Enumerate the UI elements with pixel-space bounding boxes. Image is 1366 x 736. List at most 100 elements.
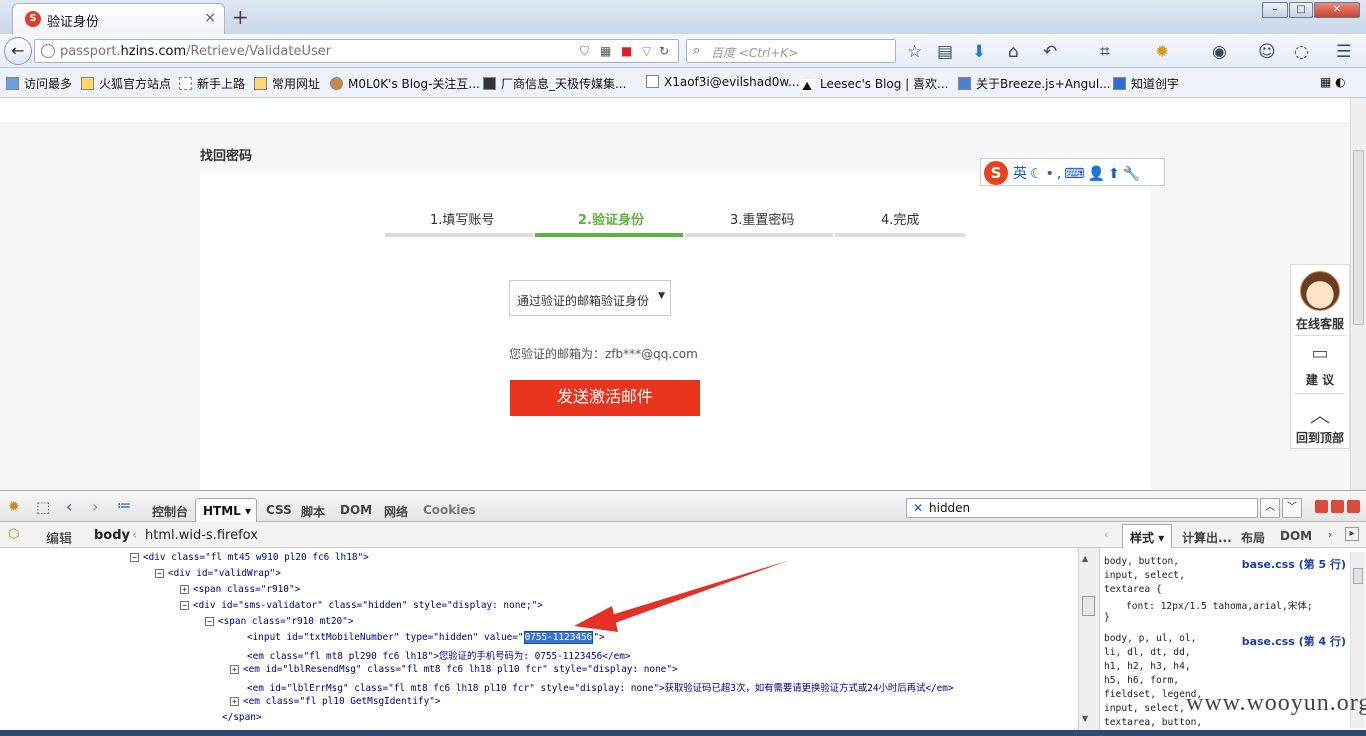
html-pane-scrollbar[interactable]: ▲ ▼ [1078, 548, 1100, 730]
window-close-button[interactable]: ✕ [1314, 2, 1360, 18]
tree-node[interactable]: − <div id="validWrap"> [155, 568, 281, 579]
prev-icon[interactable]: ‹ [66, 497, 72, 516]
bookmark-item[interactable]: ⛰ Leesec's Blog | 喜欢... [802, 75, 948, 93]
url-bar[interactable]: passport.hzins.com/Retrieve/ValidateUser… [34, 39, 679, 63]
china-flag-icon[interactable]: ■ [621, 44, 632, 58]
chat-icon[interactable]: ☺ [1258, 42, 1276, 62]
side-tab-style[interactable]: 样式 ▾ [1122, 524, 1172, 548]
crumb-body[interactable]: body [94, 528, 130, 543]
bookmark-item[interactable]: 新手上路 [179, 75, 245, 92]
css-source-link[interactable]: base.css (第 5 行) [1242, 556, 1346, 572]
tree-node-hidden-input[interactable]: <input id="txtMobileNumber" type="hidden… [247, 631, 605, 644]
tree-node[interactable]: − <div class="fl mt45 w910 pl20 fc6 lh18"… [130, 552, 369, 563]
tab-dom[interactable]: DOM [340, 503, 372, 517]
collapse-icon[interactable]: − [155, 569, 164, 578]
bookmark-item[interactable]: 常用网址 [254, 75, 320, 92]
tree-node[interactable]: + <em class="fl pl10 GetMsgIdentify"> [230, 696, 441, 707]
firebug-bug-icon[interactable]: ✹ [8, 499, 20, 515]
send-activation-email-button[interactable]: 发送激活邮件 [510, 380, 700, 416]
tree-node[interactable]: </span> [222, 712, 262, 723]
tab-script[interactable]: 脚本 [301, 503, 325, 520]
side-tabs-menu-icon[interactable]: ▸ [1345, 527, 1359, 541]
search-prev-button[interactable]: ︿ [1260, 498, 1280, 518]
network-icon[interactable]: ◉ [1212, 42, 1227, 62]
tab-console[interactable]: 控制台 [152, 503, 188, 520]
css-declaration[interactable]: font: 12px/1.5 tahoma,arial,宋体; [1126, 598, 1313, 612]
message-icon[interactable]: ◌ [1294, 42, 1309, 62]
search-bar[interactable]: ⌕ 百度 <Ctrl+K> [686, 39, 896, 63]
collapse-icon[interactable]: − [205, 617, 214, 626]
scroll-up-icon[interactable]: ▲ [1082, 554, 1088, 563]
bookmark-item[interactable]: 关于Breeze.js+Angul... [958, 75, 1111, 92]
shield-icon[interactable]: ⛉ [580, 44, 589, 59]
verify-method-select[interactable]: 通过验证的邮箱验证身份 ▼ [509, 280, 671, 316]
ime-tools[interactable]: 英☾•,⌨👤⬆🔧 [1013, 163, 1143, 183]
css-pane-scroll-thumb[interactable] [1353, 568, 1363, 584]
firebug-minimize-button[interactable] [1315, 500, 1328, 513]
tab-css[interactable]: CSS [266, 503, 292, 517]
maximize-button[interactable]: □ [1289, 2, 1313, 18]
side-tab-computed[interactable]: 计算出... [1182, 529, 1232, 546]
ime-skin-icon[interactable]: ⬆ [1108, 166, 1123, 182]
page-scrollbar[interactable] [1350, 98, 1366, 490]
back-button[interactable]: ← [4, 37, 32, 65]
bookmarks-list-icon[interactable]: ▤ [937, 42, 953, 62]
advice-link[interactable]: 建 议 [1291, 371, 1349, 388]
tree-node[interactable]: + <span class="r910"> [180, 584, 300, 595]
search-next-button[interactable]: ﹀ [1282, 498, 1302, 518]
back-to-top-link[interactable]: 回到顶部 [1291, 429, 1349, 446]
inspect-icon[interactable]: ⬚ [36, 498, 50, 516]
tab-html[interactable]: HTML ▾ [195, 498, 257, 523]
bookmark-item[interactable]: 知道创宇 [1113, 75, 1179, 92]
ime-lang-label[interactable]: 英 [1013, 166, 1030, 182]
chevron-up-icon[interactable]: ︿ [1291, 399, 1349, 428]
next-icon[interactable]: › [92, 497, 98, 516]
tab-cookies[interactable]: Cookies [423, 503, 476, 517]
service-avatar-icon[interactable] [1300, 271, 1340, 311]
tree-node[interactable]: <em id="lblErrMsg" class="fl mt8 fc6 lh1… [247, 680, 954, 694]
bookmark-item[interactable]: X1aof3i@evilshad0w... [646, 75, 800, 89]
collapse-icon[interactable]: − [130, 553, 139, 562]
reload-icon[interactable]: ↻ [659, 44, 669, 58]
side-tab-dom[interactable]: DOM [1280, 529, 1312, 543]
scroll-down-icon[interactable]: ▼ [1082, 714, 1088, 723]
bookmark-item[interactable]: 火狐官方站点 [81, 75, 171, 92]
expand-icon[interactable]: + [230, 697, 239, 706]
side-tabs-next-icon[interactable]: › [1328, 528, 1332, 541]
comment-icon[interactable]: ▭ [1291, 343, 1349, 364]
bookmark-star-icon[interactable]: ☆ [907, 42, 922, 62]
tab-network[interactable]: 网络 [384, 503, 408, 520]
tree-node[interactable]: − <div id="sms-validator" class="hidden" … [180, 600, 543, 611]
undo-icon[interactable]: ↶ [1043, 42, 1057, 62]
side-tabs-prev-icon[interactable]: ‹ [1104, 528, 1108, 541]
ime-settings-icon[interactable]: 🔧 [1123, 166, 1143, 182]
firebug-close-button[interactable] [1347, 500, 1360, 513]
grid-icon[interactable]: ▦ ◐ [1320, 75, 1346, 89]
download-icon[interactable]: ⬇ [972, 42, 986, 62]
firebug-icon[interactable]: ✹ [1155, 42, 1169, 62]
expand-icon[interactable]: + [180, 585, 189, 594]
crop-icon[interactable]: ⌗ [1100, 42, 1110, 62]
minimize-button[interactable]: – [1262, 2, 1288, 18]
pin-icon[interactable]: ⬡ [8, 527, 19, 542]
bookmark-item[interactable]: M0L0K's Blog-关注互... [330, 75, 480, 92]
edit-button[interactable]: 编辑 [46, 528, 72, 547]
ime-moon-icon[interactable]: ☾ [1030, 166, 1046, 182]
tree-node[interactable]: <em class="fl mt8 pl290 fc6 lh18">您验证的手机… [247, 648, 631, 662]
side-tab-layout[interactable]: 布局 [1241, 529, 1265, 546]
ime-user-icon[interactable]: 👤 [1088, 166, 1108, 182]
new-tab-button[interactable]: + [232, 5, 249, 29]
ime-punct-icon[interactable]: •, [1046, 166, 1065, 182]
expand-icon[interactable]: + [230, 665, 239, 674]
collapse-icon[interactable]: − [180, 601, 189, 610]
bookmark-item[interactable]: 访问最多 [6, 75, 72, 92]
tab-close-icon[interactable]: × [204, 10, 216, 26]
firebug-search-input[interactable]: ✕ hidden [906, 498, 1258, 518]
page-scrollbar-thumb[interactable] [1353, 150, 1364, 325]
html-pane-scroll-thumb[interactable] [1082, 596, 1095, 616]
ime-keyboard-icon[interactable]: ⌨ [1064, 166, 1087, 182]
clear-search-icon[interactable]: ✕ [913, 501, 923, 515]
crumb-html[interactable]: html.wid-s.firefox [145, 528, 258, 543]
firebug-detach-button[interactable] [1331, 500, 1344, 513]
menu-icon[interactable]: ☰ [1336, 42, 1351, 62]
